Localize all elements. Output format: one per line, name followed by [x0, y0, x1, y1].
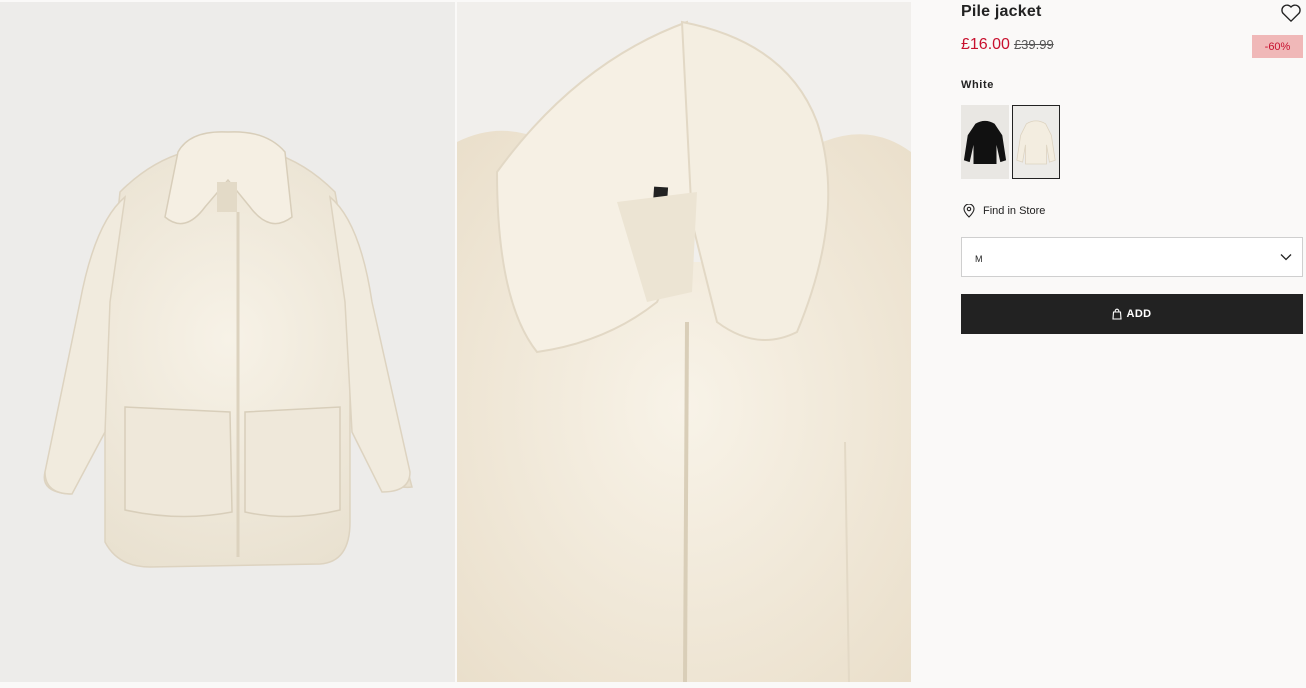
- product-title: Pile jacket: [961, 3, 1042, 20]
- find-in-store-link[interactable]: Find in Store: [963, 204, 1045, 218]
- sale-price: £16.00: [961, 36, 1010, 53]
- find-in-store-label: Find in Store: [983, 205, 1046, 217]
- white-jacket-thumbnail: [1016, 120, 1056, 165]
- product-page: Pile jacket £16.00 £39.99 -60% White Fin…: [0, 0, 1306, 688]
- chevron-down-icon: [1280, 254, 1292, 261]
- add-button-label: ADD: [1126, 308, 1152, 320]
- size-select[interactable]: M: [961, 237, 1303, 277]
- jacket-detail-illustration: [457, 2, 911, 682]
- selected-color-label: White: [961, 79, 994, 91]
- discount-badge: -60%: [1252, 35, 1303, 58]
- size-select-value: M: [975, 254, 983, 264]
- location-pin-icon: [963, 204, 975, 218]
- favorite-button[interactable]: [1280, 3, 1302, 23]
- bag-icon: [1112, 308, 1123, 320]
- original-price: £39.99: [1013, 37, 1054, 52]
- product-image-detail[interactable]: [457, 2, 911, 682]
- swatch-white[interactable]: [1012, 105, 1060, 179]
- product-info-panel: Pile jacket £16.00 £39.99 -60% White Fin…: [961, 0, 1303, 688]
- product-image-front[interactable]: [0, 2, 455, 682]
- jacket-front-illustration: [0, 2, 455, 682]
- price-row: £16.00 £39.99: [961, 36, 1054, 54]
- swatch-black[interactable]: [961, 105, 1009, 179]
- add-to-bag-button[interactable]: ADD: [961, 294, 1303, 334]
- color-swatches: [961, 105, 1060, 179]
- heart-icon: [1281, 4, 1301, 22]
- black-jacket-thumbnail: [963, 120, 1007, 165]
